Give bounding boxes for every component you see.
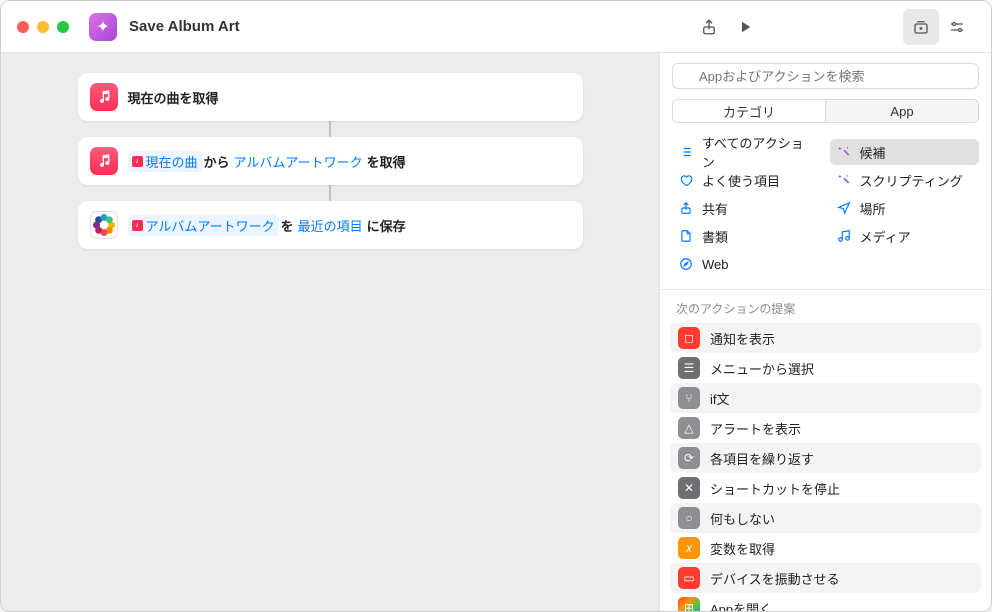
body: 現在の曲を取得 ♪現在の曲 から アルバムアートワーク を取得 ♪アルバムアートワー… <box>1 53 991 611</box>
suggestion-icon: ▭ <box>678 567 700 589</box>
category-location[interactable]: 場所 <box>830 195 980 221</box>
suggestion-icon: ☰ <box>678 357 700 379</box>
shortcut-icon: ✦ <box>89 13 117 41</box>
suggestion-item[interactable]: ○ 何もしない <box>670 503 981 533</box>
library-toggle-button[interactable] <box>903 9 939 45</box>
doc-icon <box>678 229 694 243</box>
variable-token[interactable]: 最近の項目 <box>296 215 365 236</box>
location-icon <box>836 201 852 215</box>
suggestion-label: メニューから選択 <box>710 359 814 378</box>
search-row <box>672 63 979 89</box>
category-share[interactable]: 共有 <box>672 195 822 221</box>
minimize-button[interactable] <box>37 21 49 33</box>
suggestion-icon: 𝑥 <box>678 537 700 559</box>
category-wand[interactable]: スクリプティング <box>830 167 980 193</box>
tab-app[interactable]: App <box>825 100 978 122</box>
share-button[interactable] <box>691 9 727 45</box>
suggestion-label: アラートを表示 <box>710 419 801 438</box>
suggestion-icon: ○ <box>678 507 700 529</box>
action-card[interactable]: ♪アルバムアートワーク を 最近の項目 に保存 <box>78 201 583 249</box>
suggestions-header: 次のアクションの提案 <box>660 290 991 323</box>
category-label: スクリプティング <box>860 171 963 190</box>
suggestion-item[interactable]: 𝑥 変数を取得 <box>670 533 981 563</box>
suggestion-item[interactable]: ◻ 通知を表示 <box>670 323 981 353</box>
category-list[interactable]: すべてのアクション <box>672 139 822 165</box>
suggestion-label: デバイスを振動させる <box>710 569 840 588</box>
suggestion-icon: ◻ <box>678 327 700 349</box>
suggestion-item[interactable]: ⟳ 各項目を繰り返す <box>670 443 981 473</box>
category-music[interactable]: メディア <box>830 223 980 249</box>
category-heart[interactable]: よく使う項目 <box>672 167 822 193</box>
suggestion-label: Appを開く <box>710 599 772 612</box>
suggestion-item[interactable]: ⑂ if文 <box>670 383 981 413</box>
suggestion-label: 何もしない <box>710 509 775 528</box>
category-list: すべてのアクション 候補よく使う項目 スクリプティング共有 場所書類 メディア Web <box>660 131 991 290</box>
workflow-canvas[interactable]: 現在の曲を取得 ♪現在の曲 から アルバムアートワーク を取得 ♪アルバムアートワー… <box>1 53 659 611</box>
suggestion-label: 変数を取得 <box>710 539 775 558</box>
suggestion-item[interactable]: ✕ ショートカットを停止 <box>670 473 981 503</box>
suggestions-list: ◻ 通知を表示 ☰ メニューから選択 ⑂ if文 △ アラートを表示 ⟳ 各項目を繰り返す ✕ ショー… <box>660 323 991 611</box>
category-label: メディア <box>860 227 911 246</box>
safari-icon <box>678 257 694 271</box>
category-label: 共有 <box>702 199 728 218</box>
variable-token[interactable]: ♪現在の曲 <box>128 151 202 172</box>
connector <box>329 121 331 137</box>
suggestion-item[interactable]: ⊞ Appを開く <box>670 593 981 611</box>
connector <box>329 185 331 201</box>
category-wand[interactable]: 候補 <box>830 139 980 165</box>
action-text: ♪現在の曲 から アルバムアートワーク を取得 <box>128 151 406 172</box>
variable-token[interactable]: アルバムアートワーク <box>232 151 365 172</box>
suggestion-label: 各項目を繰り返す <box>710 449 814 468</box>
suggestion-icon: ✕ <box>678 477 700 499</box>
music-icon <box>836 229 852 243</box>
category-label: 候補 <box>860 143 886 162</box>
suggestion-item[interactable]: ▭ デバイスを振動させる <box>670 563 981 593</box>
suggestion-label: if文 <box>710 389 730 408</box>
suggestion-icon: ⑂ <box>678 387 700 409</box>
action-card[interactable]: 現在の曲を取得 <box>78 73 583 121</box>
close-button[interactable] <box>17 21 29 33</box>
segmented-control: カテゴリ App <box>672 99 979 123</box>
titlebar: ✦ Save Album Art <box>1 1 991 53</box>
window: ✦ Save Album Art 現在の曲を取得 ♪現在の曲 から アルバムアート… <box>0 0 992 612</box>
suggestion-label: ショートカットを停止 <box>710 479 840 498</box>
category-safari[interactable]: Web <box>672 251 822 277</box>
category-label: よく使う項目 <box>702 171 780 190</box>
music-icon <box>90 83 118 111</box>
category-label: すべてのアクション <box>702 133 816 171</box>
search-input[interactable] <box>672 63 979 89</box>
settings-button[interactable] <box>939 9 975 45</box>
share-icon <box>678 201 694 215</box>
category-label: 場所 <box>860 199 886 218</box>
action-text: ♪アルバムアートワーク を 最近の項目 に保存 <box>128 215 406 236</box>
suggestion-icon: △ <box>678 417 700 439</box>
suggestion-icon: ⊞ <box>678 597 700 611</box>
wand-icon <box>836 145 852 159</box>
category-label: 書類 <box>702 227 728 246</box>
action-card[interactable]: ♪現在の曲 から アルバムアートワーク を取得 <box>78 137 583 185</box>
suggestion-item[interactable]: △ アラートを表示 <box>670 413 981 443</box>
heart-icon <box>678 173 694 187</box>
suggestion-item[interactable]: ☰ メニューから選択 <box>670 353 981 383</box>
music-icon <box>90 147 118 175</box>
category-label: Web <box>702 257 729 272</box>
run-button[interactable] <box>727 9 763 45</box>
variable-token[interactable]: ♪アルバムアートワーク <box>128 215 279 236</box>
wand-icon <box>836 173 852 187</box>
library-sidebar: カテゴリ App すべてのアクション 候補よく使う項目 スクリプティング共有 場所書類… <box>659 53 991 611</box>
suggestion-label: 通知を表示 <box>710 329 775 348</box>
action-text: 現在の曲を取得 <box>128 88 219 107</box>
tab-category[interactable]: カテゴリ <box>673 100 825 122</box>
category-doc[interactable]: 書類 <box>672 223 822 249</box>
window-title: Save Album Art <box>129 18 240 35</box>
photos-icon <box>90 211 118 239</box>
suggestion-icon: ⟳ <box>678 447 700 469</box>
list-icon <box>678 145 694 159</box>
zoom-button[interactable] <box>57 21 69 33</box>
traffic-lights <box>17 21 69 33</box>
